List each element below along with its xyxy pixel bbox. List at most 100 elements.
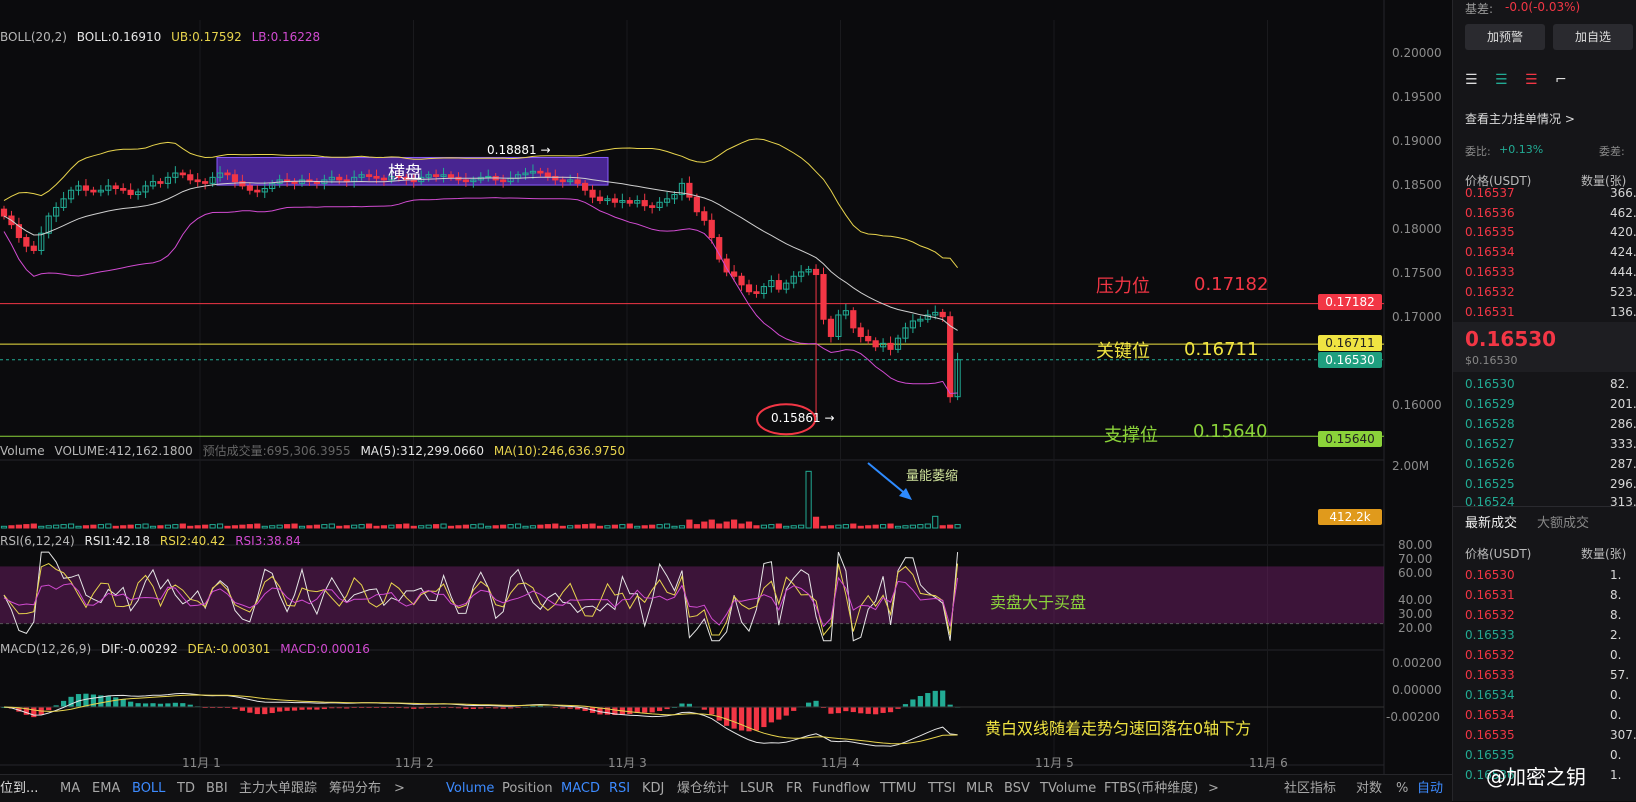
- macd-histogram-bar: [880, 707, 886, 713]
- macd-histogram-bar: [128, 701, 134, 707]
- macd-histogram-bar: [113, 697, 119, 707]
- interval-selector[interactable]: 位到...: [0, 775, 38, 802]
- volume-bar: [902, 525, 909, 529]
- volume-bar: [500, 524, 507, 529]
- main-orders-link[interactable]: 查看主力挂单情况 >: [1465, 110, 1575, 127]
- indicator-liquidation[interactable]: 爆仓统计: [677, 775, 729, 802]
- more-sub-indicators[interactable]: >: [1208, 775, 1219, 802]
- bid-row[interactable]: 0.16529 201.: [1465, 394, 1636, 414]
- community-indicator-button[interactable]: 社区指标: [1284, 775, 1336, 802]
- percent-scale-toggle[interactable]: %: [1396, 775, 1408, 802]
- indicator-ema[interactable]: EMA: [92, 775, 120, 802]
- macd-histogram-bar: [917, 696, 923, 707]
- indicator-ma[interactable]: MA: [60, 775, 80, 802]
- candle-body: [90, 189, 97, 193]
- indicator-fr[interactable]: FR: [786, 775, 803, 802]
- macd-histogram-bar: [940, 690, 946, 707]
- volume-bar: [649, 524, 656, 529]
- ask-row[interactable]: 0.16534 424.: [1465, 242, 1636, 262]
- candle-body: [865, 335, 872, 342]
- volume-bar: [194, 525, 201, 529]
- volume-bar: [388, 524, 395, 529]
- add-watchlist-button[interactable]: 加自选: [1553, 24, 1633, 50]
- indicator-lsur[interactable]: LSUR: [740, 775, 774, 802]
- ask-row[interactable]: 0.16533 444.: [1465, 262, 1636, 282]
- indicator-boll[interactable]: BOLL: [132, 775, 165, 802]
- candle-body: [589, 189, 596, 198]
- indicator-chip[interactable]: 筹码分布: [329, 775, 381, 802]
- layout-bids-icon[interactable]: ☰: [1495, 72, 1508, 88]
- volume-bar: [827, 525, 835, 529]
- trade-row: 0.16534 0.: [1465, 685, 1636, 705]
- volume-arrow: [867, 462, 909, 497]
- macd-histogram-bar: [843, 707, 849, 712]
- macd-histogram-bar: [679, 703, 685, 707]
- macd-histogram-bar: [813, 700, 819, 707]
- chart-canvas[interactable]: [0, 0, 1452, 774]
- layout-asks-icon[interactable]: ☰: [1525, 72, 1538, 88]
- indicator-ftbs[interactable]: FTBS(币种维度): [1104, 775, 1198, 802]
- volume-bar: [157, 525, 164, 529]
- trade-row: 0.16533 2.: [1465, 625, 1636, 645]
- indicator-ttmu[interactable]: TTMU: [880, 775, 916, 802]
- add-alert-button[interactable]: 加预警: [1465, 24, 1545, 50]
- volume-bar: [686, 519, 693, 529]
- macd-histogram-bar: [873, 707, 879, 715]
- ask-price: 0.16533: [1465, 265, 1515, 279]
- volume-bar: [731, 519, 738, 529]
- indicator-mlr[interactable]: MLR: [966, 775, 994, 802]
- ask-row[interactable]: 0.16532 523.: [1465, 282, 1636, 302]
- volume-bar: [269, 525, 276, 529]
- volume-bar: [887, 523, 894, 529]
- indicator-rsi[interactable]: RSI: [609, 775, 630, 802]
- indicator-kdj[interactable]: KDJ: [642, 775, 664, 802]
- support-price-tag: 0.15640: [1318, 431, 1382, 447]
- macd-histogram-bar: [738, 707, 745, 731]
- volume-bar: [805, 470, 812, 529]
- indicator-tvolume[interactable]: TVolume: [1040, 775, 1096, 802]
- tab-latest-trades[interactable]: 最新成交: [1465, 512, 1517, 531]
- volume-bar: [410, 525, 417, 529]
- macd-histogram-bar: [172, 702, 178, 707]
- bid-row[interactable]: 0.16528 286.: [1465, 414, 1636, 434]
- ask-row[interactable]: 0.16537 366.: [1465, 183, 1636, 203]
- precision-icon[interactable]: ⌐: [1555, 72, 1567, 88]
- tab-large-trades[interactable]: 大额成交: [1537, 512, 1589, 531]
- bid-row[interactable]: 0.16525 296.: [1465, 474, 1636, 494]
- candle-body: [112, 185, 119, 190]
- more-main-indicators[interactable]: >: [394, 775, 405, 802]
- volume-bar: [872, 524, 879, 529]
- indicator-main-order[interactable]: 主力大单跟踪: [239, 775, 317, 802]
- ask-row[interactable]: 0.16531 136.: [1465, 302, 1636, 322]
- bid-row[interactable]: 0.16526 287.: [1465, 454, 1636, 474]
- volume-bar: [246, 524, 253, 529]
- basis-value: -0.0(-0.03%): [1505, 0, 1581, 14]
- candle-body: [291, 181, 298, 184]
- bid-row[interactable]: 0.16524 313.: [1465, 492, 1636, 506]
- candle-body: [574, 179, 581, 184]
- candle-body: [447, 174, 455, 178]
- bid-row[interactable]: 0.16530 82.: [1465, 374, 1636, 394]
- volume-bar: [880, 524, 887, 529]
- indicator-volume[interactable]: Volume: [446, 775, 494, 802]
- indicator-bbi[interactable]: BBI: [206, 775, 228, 802]
- indicator-position[interactable]: Position: [502, 775, 553, 802]
- volume-bar: [619, 524, 626, 529]
- candle-body: [485, 175, 492, 178]
- macd-histogram-bar: [649, 707, 655, 713]
- indicator-td[interactable]: TD: [177, 775, 195, 802]
- indicator-bsv[interactable]: BSV: [1004, 775, 1030, 802]
- indicator-ttsi[interactable]: TTSI: [928, 775, 956, 802]
- trade-price: 0.16533: [1465, 628, 1515, 642]
- indicator-fundflow[interactable]: Fundflow: [812, 775, 870, 802]
- volume-bar: [701, 521, 708, 529]
- indicator-macd[interactable]: MACD: [561, 775, 600, 802]
- auto-scale-toggle[interactable]: 自动: [1417, 775, 1443, 802]
- layout-both-icon[interactable]: ☰: [1465, 72, 1478, 88]
- ask-row[interactable]: 0.16536 462.: [1465, 203, 1636, 223]
- log-scale-toggle[interactable]: 对数: [1356, 775, 1382, 802]
- candle-body: [559, 179, 566, 183]
- volume-bar: [53, 524, 60, 529]
- bid-row[interactable]: 0.16527 333.: [1465, 434, 1636, 454]
- ask-row[interactable]: 0.16535 420.: [1465, 222, 1636, 242]
